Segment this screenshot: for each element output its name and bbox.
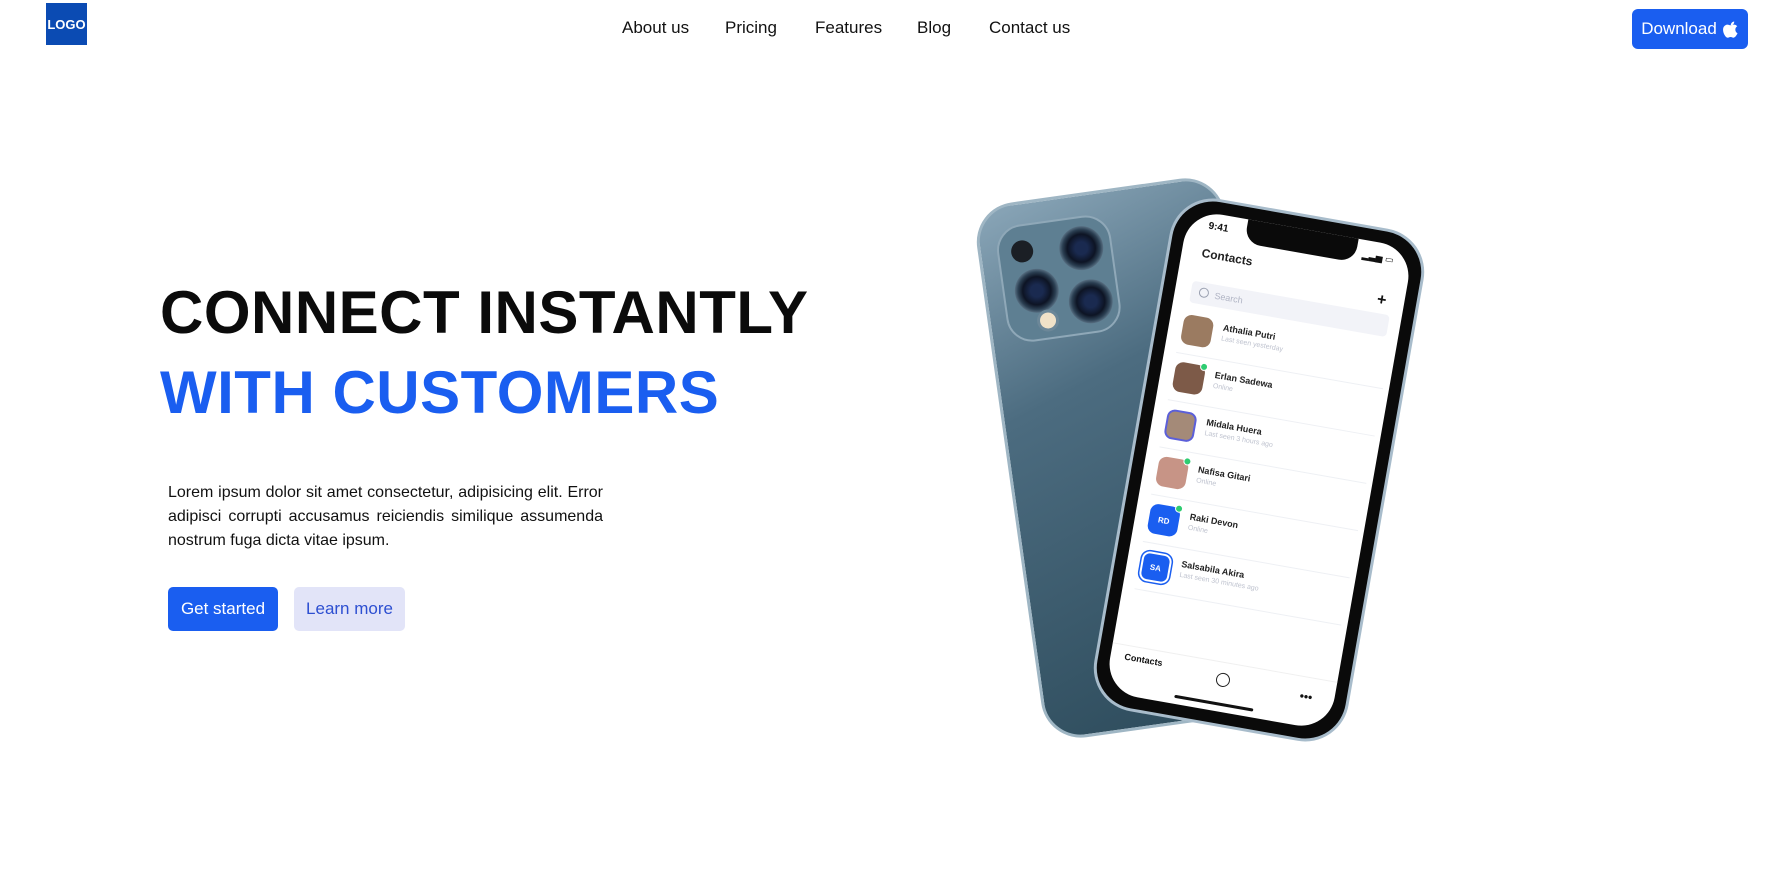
phone-illustration: 9:41 ▂▃▅ ▭ Contacts + Search Athalia Put… bbox=[970, 173, 1450, 750]
avatar bbox=[1179, 313, 1215, 349]
nav-about-us[interactable]: About us bbox=[622, 18, 689, 38]
get-started-button[interactable]: Get started bbox=[168, 587, 278, 631]
chat-icon bbox=[1214, 671, 1232, 689]
search-placeholder: Search bbox=[1213, 290, 1244, 306]
flash-icon bbox=[1035, 308, 1061, 333]
contact-status: Online bbox=[1187, 524, 1209, 535]
hero-heading-line1: CONNECT INSTANTLY bbox=[160, 279, 809, 346]
avatar bbox=[1163, 408, 1198, 444]
contact-status: Online bbox=[1212, 382, 1234, 394]
phone-notch bbox=[1244, 217, 1360, 263]
sensor-icon bbox=[1009, 238, 1035, 264]
main-nav: About us Pricing Features Blog Contact u… bbox=[0, 18, 1786, 40]
download-label: Download bbox=[1641, 19, 1717, 38]
nav-blog[interactable]: Blog bbox=[917, 18, 951, 38]
nav-pricing[interactable]: Pricing bbox=[725, 18, 777, 38]
camera-module bbox=[993, 212, 1124, 346]
hero-description: Lorem ipsum dolor sit amet consectetur, … bbox=[168, 484, 603, 549]
home-indicator bbox=[1174, 694, 1254, 712]
more-icon: ••• bbox=[1298, 688, 1314, 705]
online-indicator bbox=[1182, 456, 1193, 467]
avatar: SA bbox=[1138, 550, 1173, 585]
camera-lens-icon bbox=[1056, 223, 1107, 274]
status-time: 9:41 bbox=[1207, 220, 1230, 235]
online-indicator bbox=[1174, 504, 1184, 514]
nav-contact-us[interactable]: Contact us bbox=[989, 18, 1070, 38]
tab-contacts: Contacts bbox=[1123, 651, 1164, 669]
apple-icon bbox=[1722, 21, 1738, 38]
download-button[interactable]: Download bbox=[1632, 9, 1748, 49]
online-indicator bbox=[1199, 362, 1209, 372]
hero-heading-line2: WITH CUSTOMERS bbox=[160, 359, 720, 426]
nav-features[interactable]: Features bbox=[815, 18, 882, 38]
camera-lens-icon bbox=[1011, 265, 1062, 316]
camera-lens-icon bbox=[1065, 276, 1116, 327]
plus-icon: + bbox=[1375, 291, 1388, 310]
search-icon bbox=[1198, 286, 1210, 299]
contact-status: Online bbox=[1195, 477, 1217, 488]
screen-title: Contacts bbox=[1200, 245, 1254, 269]
battery-icon: ▂▃▅ ▭ bbox=[1361, 249, 1395, 266]
learn-more-button[interactable]: Learn more bbox=[294, 587, 405, 631]
